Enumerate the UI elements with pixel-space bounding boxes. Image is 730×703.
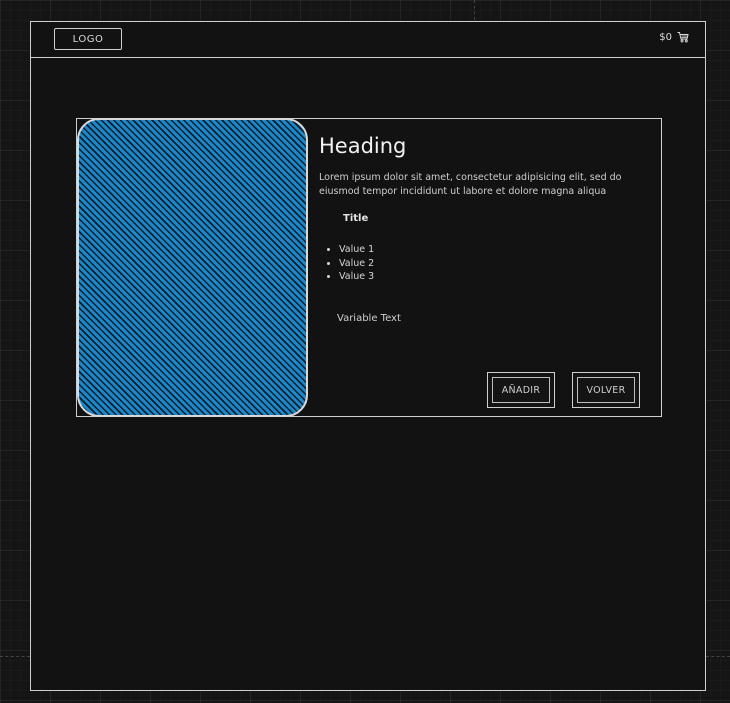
back-button-label: VOLVER bbox=[577, 377, 635, 403]
canvas-guide-horizontal-left bbox=[0, 656, 30, 657]
cart-total: $0 bbox=[659, 31, 672, 43]
product-card: Heading Lorem ipsum dolor sit amet, cons… bbox=[76, 118, 662, 417]
logo-button[interactable]: LOGO bbox=[54, 28, 122, 50]
product-image-placeholder bbox=[77, 118, 308, 417]
shopping-cart-icon[interactable] bbox=[677, 31, 689, 43]
cart[interactable]: $0 bbox=[659, 31, 689, 43]
logo-label: LOGO bbox=[72, 33, 104, 45]
canvas-guide-horizontal-right bbox=[706, 656, 730, 657]
add-button-label: AÑADIR bbox=[492, 377, 550, 403]
canvas-guide-vertical bbox=[474, 0, 475, 20]
add-button[interactable]: AÑADIR bbox=[487, 372, 555, 408]
back-button[interactable]: VOLVER bbox=[572, 372, 640, 408]
navbar: LOGO $0 bbox=[31, 22, 705, 58]
values-title: Title bbox=[343, 213, 369, 224]
list-item: Value 2 bbox=[339, 257, 374, 271]
list-item: Value 3 bbox=[339, 270, 374, 284]
variable-text: Variable Text bbox=[337, 313, 401, 324]
app-window: LOGO $0 Heading Lorem ipsum dolor sit am… bbox=[30, 21, 706, 691]
list-item: Value 1 bbox=[339, 243, 374, 257]
values-list: Value 1 Value 2 Value 3 bbox=[327, 243, 374, 284]
